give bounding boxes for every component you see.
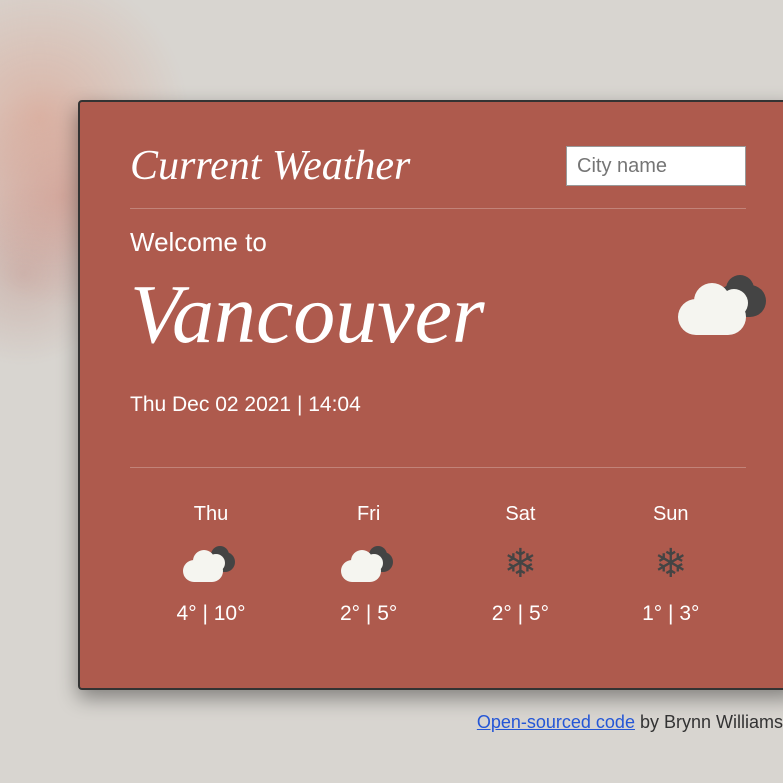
day-label: Fri [357,503,380,526]
snowflake-icon: ❄ [504,544,538,584]
day-label: Sat [505,503,535,526]
header-row: Current Weather [130,142,746,209]
temp-range: 4° | 10° [177,602,246,626]
day-label: Sun [653,503,689,526]
temp-range: 2° | 5° [340,602,397,626]
forecast-day: Thu 4° | 10° [177,503,246,626]
byline: by Brynn Williams [635,712,783,732]
datetime-label: Thu Dec 02 2021 | 14:04 [130,393,746,468]
forecast-day: Sat ❄ 2° | 5° [492,503,549,626]
weather-card: Current Weather Welcome to Vancouver Thu… [78,100,783,690]
cloudy-icon [339,544,399,584]
cloudy-icon [181,544,241,584]
welcome-section: Welcome to Vancouver Thu Dec 02 2021 | 1… [130,227,746,468]
forecast-day: Sun ❄ 1° | 3° [642,503,699,626]
forecast-day: Fri 2° | 5° [339,503,399,626]
cloudy-icon [676,273,776,338]
source-link[interactable]: Open-sourced code [477,712,635,732]
city-row: Vancouver [130,258,746,363]
footer: Open-sourced code by Brynn Williams [477,712,783,733]
snowflake-icon: ❄ [654,544,688,584]
city-name: Vancouver [130,266,485,363]
temp-range: 2° | 5° [492,602,549,626]
app-title: Current Weather [130,142,410,190]
city-search-input[interactable] [566,146,746,186]
forecast-row: Thu 4° | 10° Fri 2° | 5° Sat ❄ 2° [130,503,746,626]
day-label: Thu [194,503,228,526]
temp-range: 1° | 3° [642,602,699,626]
welcome-label: Welcome to [130,227,746,258]
